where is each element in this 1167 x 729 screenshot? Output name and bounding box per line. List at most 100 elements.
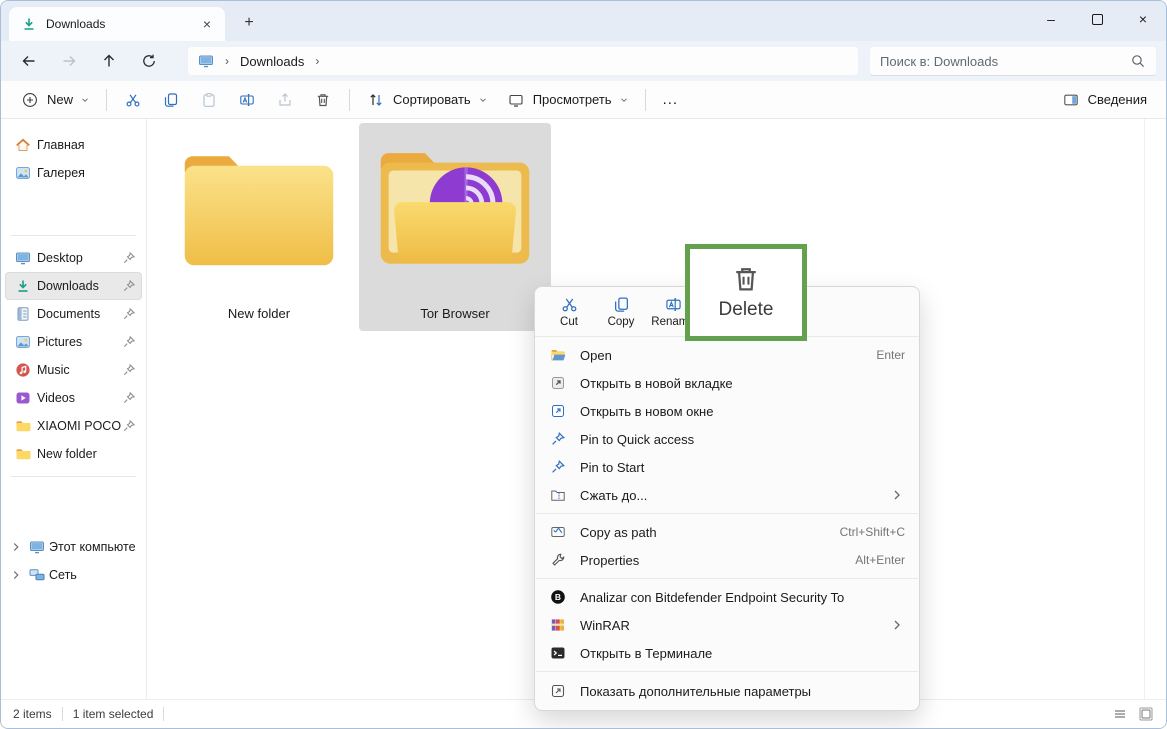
share-icon	[275, 90, 295, 110]
details-pane-icon	[1061, 90, 1081, 110]
rename-button[interactable]	[228, 85, 266, 115]
tab-downloads[interactable]: Downloads ×	[9, 7, 225, 41]
sidebar-item-этот-компьютер[interactable]: Этот компьютер	[5, 533, 142, 561]
delete-annotation-highlight[interactable]: Delete	[685, 244, 807, 341]
menu-item-analizar-con-bitdefender-endpoint-securi[interactable]: BAnalizar con Bitdefender Endpoint Secur…	[535, 583, 919, 611]
share-button[interactable]	[266, 85, 304, 115]
menu-item-winrar[interactable]: WinRAR	[535, 611, 919, 639]
window-controls: – ×	[1028, 1, 1166, 37]
new-window-icon	[549, 402, 567, 420]
details-pane-button[interactable]: Сведения	[1052, 85, 1156, 115]
sidebar-item-pictures[interactable]: Pictures	[5, 328, 142, 356]
sidebar-item-главная[interactable]: Главная	[5, 131, 142, 159]
menu-item-label: Открыть в Терминале	[580, 646, 905, 661]
sidebar-item-галерея[interactable]: Галерея	[5, 159, 142, 187]
menu-item-shortcut: Alt+Enter	[855, 553, 905, 567]
trash-icon	[731, 264, 761, 294]
menu-item-сжать-до-[interactable]: Сжать до...	[535, 481, 919, 509]
download-icon	[21, 16, 37, 32]
maximize-icon	[1092, 14, 1103, 25]
file-explorer-window: Downloads × + – × › Downloads › Поиск в:…	[0, 0, 1167, 729]
search-input[interactable]: Поиск в: Downloads	[869, 46, 1157, 76]
sidebar-item-label: Downloads	[37, 279, 99, 293]
sidebar-item-label: Documents	[37, 307, 100, 321]
sidebar-item-label: Сеть	[49, 568, 77, 582]
menu-item-label: Open	[580, 348, 866, 363]
sidebar-item-label: Главная	[37, 138, 85, 152]
delete-button[interactable]	[304, 85, 342, 115]
menu-item-copy-as-path[interactable]: Copy as pathCtrl+Shift+C	[535, 518, 919, 546]
monitor-icon	[15, 250, 31, 266]
menu-item-показать-дополнительные-параметры[interactable]: Показать дополнительные параметры	[535, 676, 919, 706]
sidebar-item-documents[interactable]: Documents	[5, 300, 142, 328]
menu-item-открыть-в-новом-окне[interactable]: Открыть в новом окне	[535, 397, 919, 425]
tab-close-button[interactable]: ×	[195, 16, 219, 32]
menu-item-pin-to-quick-access[interactable]: Pin to Quick access	[535, 425, 919, 453]
winrar-icon	[549, 616, 567, 634]
submenu-chevron-icon	[889, 487, 905, 503]
menu-item-pin-to-start[interactable]: Pin to Start	[535, 453, 919, 481]
sidebar-item-label: Pictures	[37, 335, 82, 349]
forward-icon	[61, 53, 77, 69]
menu-item-открыть-в-новой-вкладке[interactable]: Открыть в новой вкладке	[535, 369, 919, 397]
menu-item-открыть-в-терминале[interactable]: Открыть в Терминале	[535, 639, 919, 667]
refresh-button[interactable]	[129, 46, 169, 76]
sidebar-item-desktop[interactable]: Desktop	[5, 244, 142, 272]
menu-item-label: Copy as path	[580, 525, 830, 540]
tab-bar: Downloads × + – ×	[1, 1, 1166, 41]
sidebar-item-downloads[interactable]: Downloads	[5, 272, 142, 300]
chevron-right-icon[interactable]	[9, 540, 23, 554]
menu-divider	[536, 513, 918, 514]
cut-button[interactable]	[114, 85, 152, 115]
sidebar-item-music[interactable]: Music	[5, 356, 142, 384]
delete-annotation-label: Delete	[719, 299, 774, 321]
file-tile-label: Tor Browser	[359, 306, 551, 321]
context-menu: CutCopyRename OpenEnterОткрыть в новой в…	[534, 286, 920, 711]
sidebar-item-xiaomi-poco-f[interactable]: XIAOMI POCO F	[5, 412, 142, 440]
more-options-button[interactable]: ...	[653, 91, 689, 108]
paste-button[interactable]	[190, 85, 228, 115]
this-pc-icon[interactable]	[198, 53, 214, 69]
file-tile-new-folder[interactable]: New folder	[163, 123, 355, 331]
quick-action-cut[interactable]: Cut	[543, 296, 595, 328]
sidebar-item-videos[interactable]: Videos	[5, 384, 142, 412]
forward-button[interactable]	[49, 46, 89, 76]
toolbar-divider	[645, 89, 646, 111]
breadcrumb-separator: ›	[225, 54, 229, 68]
open-folder-icon	[549, 346, 567, 364]
view-button[interactable]: Просмотреть	[497, 85, 638, 115]
list-view-button[interactable]	[1112, 706, 1128, 722]
menu-item-shortcut: Enter	[876, 348, 905, 362]
chevron-right-icon[interactable]	[9, 568, 23, 582]
minimize-button[interactable]: –	[1028, 1, 1074, 37]
view-icon	[506, 90, 526, 110]
menu-item-label: WinRAR	[580, 618, 879, 633]
back-button[interactable]	[9, 46, 49, 76]
large-icons-view-button[interactable]	[1138, 706, 1154, 722]
menu-item-open[interactable]: Open Enter	[535, 341, 919, 369]
pin-icon	[122, 363, 136, 377]
close-button[interactable]: ×	[1120, 1, 1166, 37]
toolbar-divider	[349, 89, 350, 111]
back-icon	[21, 53, 37, 69]
file-tile-tor-browser[interactable]: Tor Browser	[359, 123, 551, 331]
sidebar-item-сеть[interactable]: Сеть	[5, 561, 142, 589]
plus-circle-icon	[20, 90, 40, 110]
breadcrumb-folder[interactable]: Downloads	[240, 54, 304, 69]
status-divider	[163, 707, 164, 721]
breadcrumb[interactable]: › Downloads ›	[187, 46, 859, 76]
menu-item-properties[interactable]: PropertiesAlt+Enter	[535, 546, 919, 574]
sort-button[interactable]: Сортировать	[357, 85, 497, 115]
new-tab-button[interactable]: +	[235, 10, 263, 36]
quick-action-copy[interactable]: Copy	[595, 296, 647, 328]
maximize-button[interactable]	[1074, 1, 1120, 37]
copy-button[interactable]	[152, 85, 190, 115]
menu-item-label: Сжать до...	[580, 488, 879, 503]
sidebar-item-label: Music	[37, 363, 70, 377]
menu-divider	[536, 671, 918, 672]
paste-icon	[199, 90, 219, 110]
up-button[interactable]	[89, 46, 129, 76]
file-tile-label: New folder	[163, 306, 355, 321]
sidebar-item-new-folder[interactable]: New folder	[5, 440, 142, 468]
new-button[interactable]: New	[11, 85, 99, 115]
